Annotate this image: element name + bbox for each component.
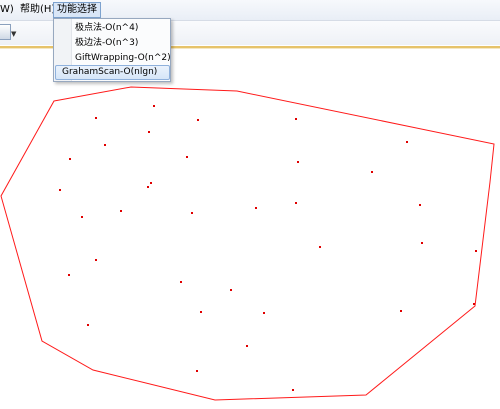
function-select-dropdown: 极点法-O(n^4) 极边法-O(n^3) GiftWrapping-O(n^2… — [53, 18, 171, 82]
point-marker — [68, 274, 70, 276]
menu-item-label: GiftWrapping-O(n^2) — [75, 53, 171, 63]
point-marker — [81, 216, 83, 218]
point-marker — [406, 141, 408, 143]
point-marker — [400, 310, 402, 312]
point-marker — [421, 242, 423, 244]
point-marker — [150, 182, 152, 184]
point-marker — [191, 212, 193, 214]
app-window: W) 帮助(H) 功能选择 ▼ 极点法-O(n^4) 极边法-O(n^3) Gi… — [0, 0, 500, 409]
point-marker — [69, 158, 71, 160]
menu-item-extreme-edge[interactable]: 极边法-O(n^3) — [56, 36, 168, 50]
point-marker — [319, 246, 321, 248]
menu-item-graham-scan[interactable]: GrahamScan-O(nlgn) — [55, 65, 170, 80]
point-marker — [230, 289, 232, 291]
point-marker — [147, 186, 149, 188]
point-marker — [148, 131, 150, 133]
point-marker — [200, 311, 202, 313]
point-marker — [59, 189, 61, 191]
point-set — [59, 105, 477, 391]
point-marker — [246, 345, 248, 347]
menu-item-label: GrahamScan-O(nlgn) — [62, 67, 158, 77]
point-marker — [95, 259, 97, 261]
point-marker — [95, 117, 97, 119]
point-marker — [371, 171, 373, 173]
point-marker — [153, 105, 155, 107]
point-marker — [292, 389, 294, 391]
convex-hull-polygon — [0, 86, 495, 401]
point-marker — [87, 324, 89, 326]
menu-item-label: 极边法-O(n^3) — [75, 38, 139, 48]
point-marker — [295, 118, 297, 120]
point-marker — [197, 119, 199, 121]
point-marker — [419, 204, 421, 206]
point-marker — [297, 161, 299, 163]
point-marker — [180, 281, 182, 283]
point-marker — [186, 156, 188, 158]
point-marker — [473, 303, 475, 305]
point-marker — [263, 312, 265, 314]
point-marker — [196, 370, 198, 372]
point-marker — [120, 210, 122, 212]
menu-item-extreme-point[interactable]: 极点法-O(n^4) — [56, 21, 168, 35]
point-marker — [295, 202, 297, 204]
menu-item-gift-wrapping[interactable]: GiftWrapping-O(n^2) — [56, 51, 171, 65]
point-marker — [475, 250, 477, 252]
point-marker — [255, 207, 257, 209]
menu-item-label: 极点法-O(n^4) — [75, 23, 139, 33]
point-marker — [104, 144, 106, 146]
